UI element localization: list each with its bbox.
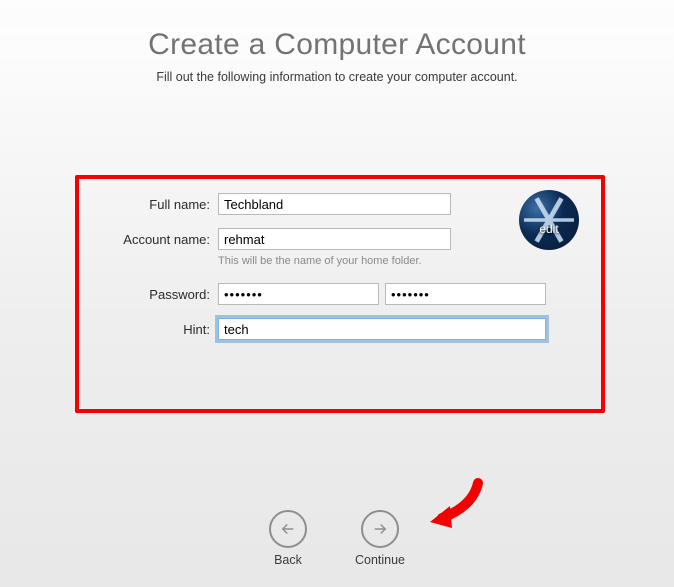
back-button[interactable]: Back (269, 510, 307, 567)
arrow-left-icon (269, 510, 307, 548)
arrow-right-icon (361, 510, 399, 548)
nav-bar: Back Continue (0, 510, 674, 567)
continue-button[interactable]: Continue (355, 510, 405, 567)
full-name-input[interactable] (218, 193, 451, 215)
continue-label: Continue (355, 553, 405, 567)
full-name-label: Full name: (75, 197, 218, 212)
account-name-label: Account name: (75, 232, 218, 247)
account-name-input[interactable] (218, 228, 451, 250)
password-label: Password: (75, 287, 218, 302)
hint-label: Hint: (75, 322, 218, 337)
account-form: edit Full name: Account name: This will … (75, 175, 597, 405)
avatar-edit-button[interactable]: edit (519, 190, 579, 250)
avatar-image (519, 190, 579, 250)
avatar-edit-label: edit (519, 222, 579, 236)
password-input[interactable] (218, 283, 379, 305)
page-subtitle: Fill out the following information to cr… (0, 70, 674, 84)
hint-input[interactable] (218, 318, 546, 340)
back-label: Back (274, 553, 302, 567)
page-title: Create a Computer Account (0, 28, 674, 62)
password-verify-input[interactable] (385, 283, 546, 305)
account-name-helper: This will be the name of your home folde… (218, 255, 597, 267)
